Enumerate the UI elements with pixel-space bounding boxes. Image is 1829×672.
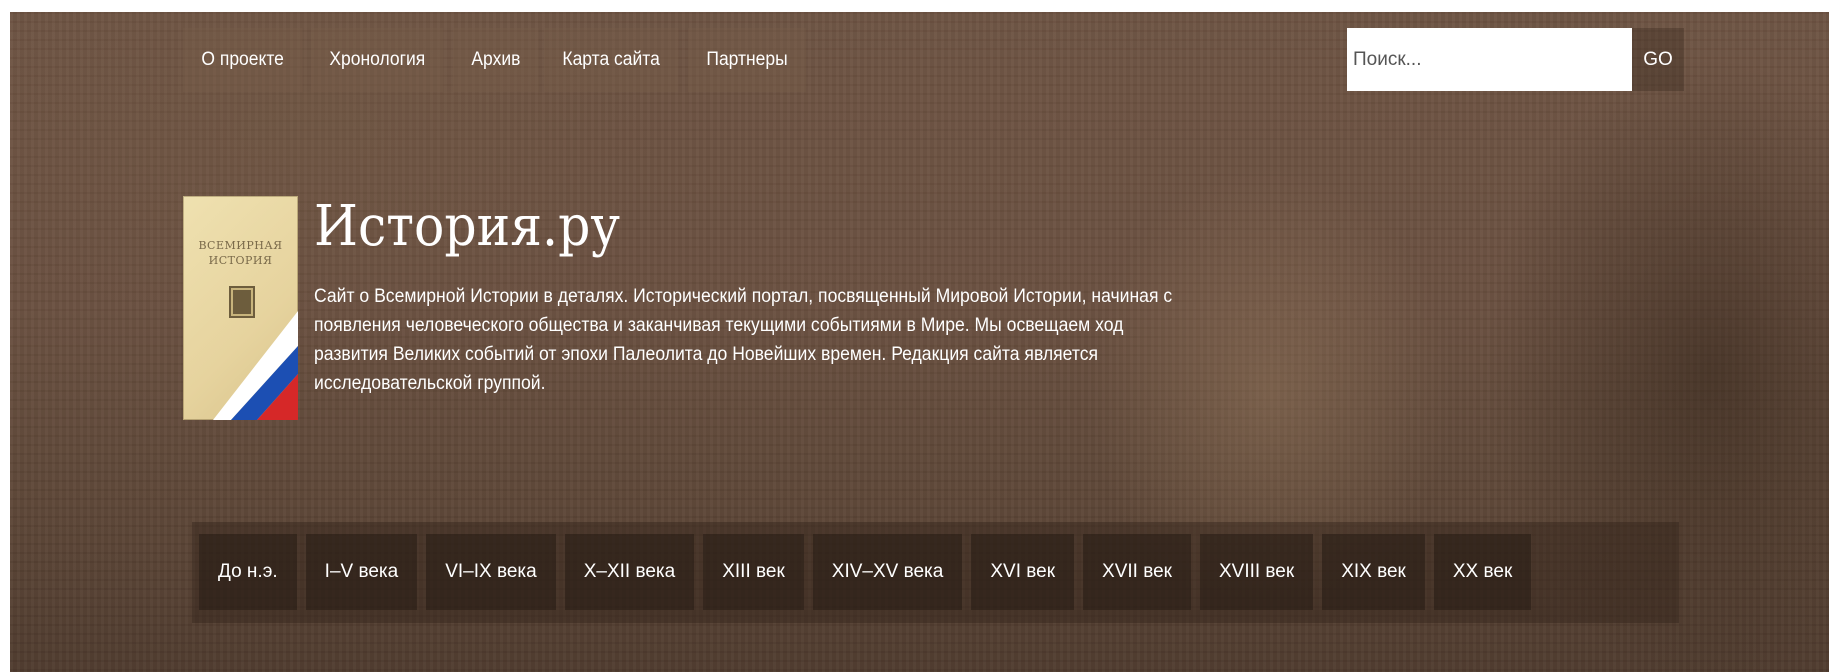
search-go-button[interactable]: GO [1632, 28, 1684, 91]
period-item-20[interactable]: XX век [1433, 534, 1532, 610]
nav-item-about[interactable]: О проекте [183, 28, 303, 92]
nav-item-chronology[interactable]: Хронология [310, 28, 444, 92]
period-item-17[interactable]: XVII век [1083, 534, 1191, 610]
period-item-18[interactable]: XVIII век [1199, 534, 1314, 610]
nav-item-sitemap[interactable]: Карта сайта [544, 28, 679, 92]
period-item-6-9[interactable]: VI–IX века [426, 534, 556, 610]
search-input[interactable] [1347, 28, 1632, 91]
period-navigation: До н.э. I–V века VI–IX века X–XII века X… [199, 534, 1532, 610]
russian-flag-ribbon-icon [213, 311, 298, 420]
nav-item-archive[interactable]: Архив [452, 28, 539, 92]
site-description: Сайт о Всемирной Истории в деталях. Исто… [314, 286, 1173, 394]
period-item-19[interactable]: XIX век [1322, 534, 1425, 610]
period-item-1-5[interactable]: I–V века [305, 534, 418, 610]
period-item-14-15[interactable]: XIV–XV века [812, 534, 963, 610]
period-item-10-12[interactable]: X–XII века [564, 534, 695, 610]
period-item-16[interactable]: XVI век [971, 534, 1075, 610]
top-navigation: О проекте Хронология Архив Карта сайта П… [183, 28, 816, 92]
nav-item-partners[interactable]: Партнеры [687, 28, 806, 92]
site-logo[interactable]: ВСЕМИРНАЯ ИСТОРИЯ [183, 196, 298, 420]
period-item-13[interactable]: XIII век [703, 534, 804, 610]
site-title[interactable]: История.ру [314, 192, 620, 262]
period-item-bc[interactable]: До н.э. [199, 534, 297, 610]
